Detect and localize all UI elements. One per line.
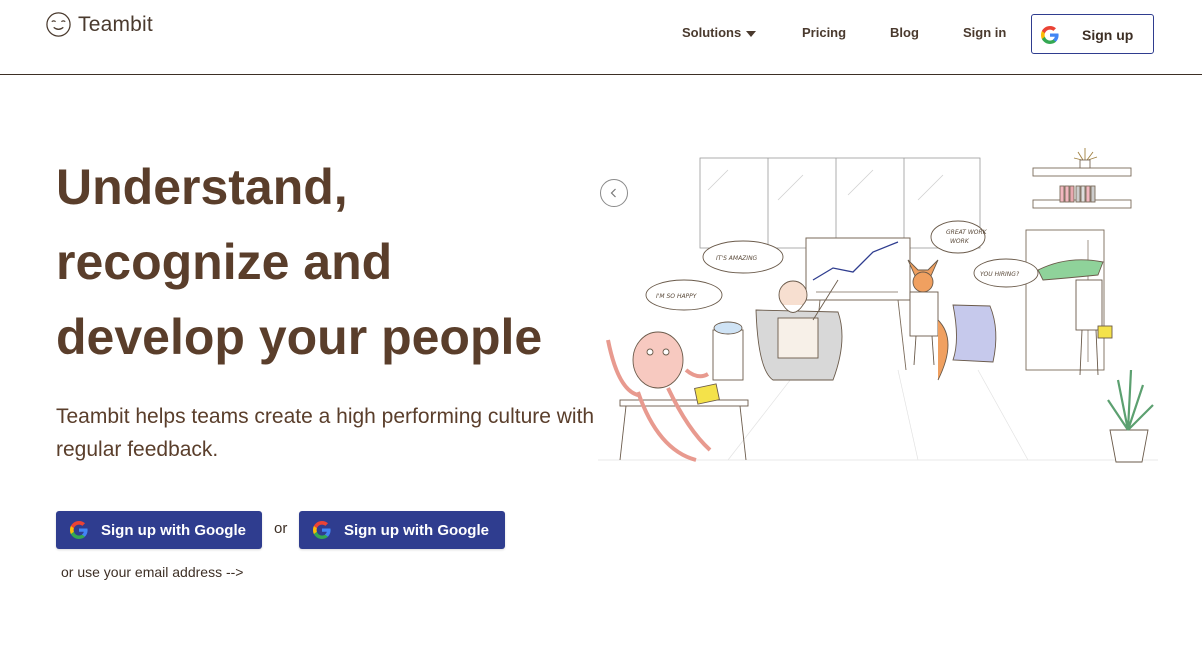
or-separator: or	[274, 520, 288, 537]
signup-google-secondary-label: Sign up with Google	[344, 521, 489, 539]
signup-google-button-secondary[interactable]: Sign up with Google	[299, 511, 505, 549]
bubble-its-amazing: IT'S AMAZING	[716, 255, 758, 262]
signup-google-primary-label: Sign up with Google	[101, 521, 246, 539]
header-signup-button[interactable]: Sign up	[1031, 14, 1154, 54]
hero-title-line-3: develop your people	[56, 309, 543, 365]
email-signup-link[interactable]: or use your email address -->	[61, 564, 243, 580]
nav-blog[interactable]: Blog	[890, 25, 919, 40]
nav-signin[interactable]: Sign in	[963, 25, 1006, 40]
google-g-icon	[68, 519, 90, 541]
man-character	[755, 279, 843, 381]
site-header: Teambit Solutions Pricing Blog Sign in S…	[0, 0, 1202, 75]
nav-solutions-label: Solutions	[682, 25, 742, 40]
google-g-icon	[1041, 26, 1059, 44]
nav-pricing[interactable]: Pricing	[802, 25, 846, 40]
bubble-great-work: GREAT WORK	[946, 229, 988, 236]
octopus-character	[606, 321, 749, 462]
hero-title-line-2: recognize and	[56, 234, 393, 290]
shelf-illustration	[1032, 148, 1132, 209]
armchair-illustration	[952, 304, 997, 363]
main-nav: Solutions Pricing Blog Sign in	[0, 0, 1202, 75]
hero-title-line-1: Understand,	[56, 159, 348, 215]
office-team-illustration: I'M SO HAPPY IT'S AMAZING GREAT WORK WOR…	[598, 148, 1158, 463]
crocodile-character	[1037, 259, 1113, 376]
bubble-you-hiring: YOU HIRING?	[980, 271, 1020, 278]
svg-text:WORK: WORK	[950, 238, 970, 245]
plant-illustration	[1107, 369, 1154, 463]
nav-solutions[interactable]: Solutions	[682, 25, 757, 40]
hero-subtitle: Teambit helps teams create a high perfor…	[56, 405, 595, 461]
bubble-im-so-happy: I'M SO HAPPY	[656, 293, 698, 300]
signup-google-button-primary[interactable]: Sign up with Google	[56, 511, 262, 549]
header-signup-label: Sign up	[1082, 27, 1134, 43]
hero-title: Understand, recognize and develop your p…	[56, 150, 616, 375]
caret-down-icon	[746, 30, 757, 37]
fox-character	[907, 259, 949, 381]
google-g-icon	[311, 519, 333, 541]
